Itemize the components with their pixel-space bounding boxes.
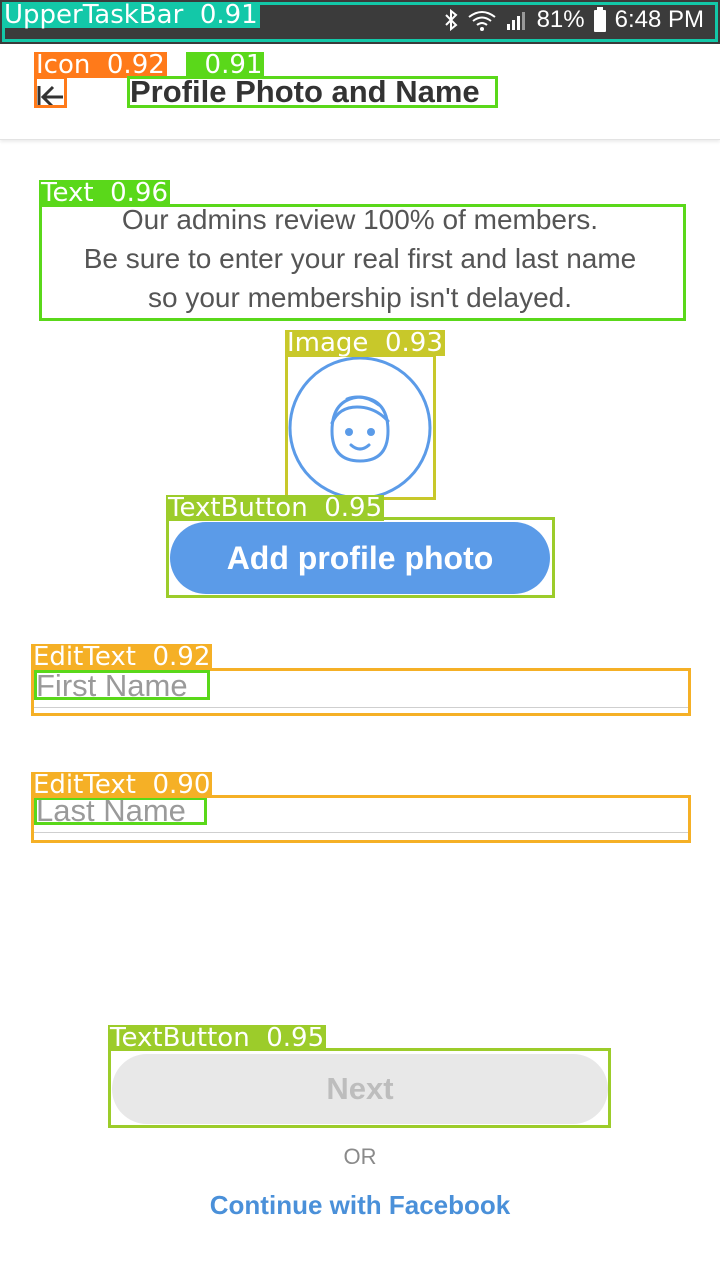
- detection-label-first-name: EditText 0.92: [31, 642, 213, 672]
- or-divider-text: OR: [343, 1144, 377, 1169]
- next-button[interactable]: Next: [112, 1054, 608, 1124]
- detection-label-text: Text 0.96: [39, 178, 171, 208]
- continue-with-facebook-link[interactable]: Continue with Facebook: [0, 1190, 720, 1221]
- back-button[interactable]: [36, 80, 66, 114]
- status-right: 81% 6:48 PM: [443, 6, 704, 34]
- intro-line-2: Be sure to enter your real first and las…: [83, 243, 637, 274]
- detection-label-image: Image 0.93: [285, 328, 445, 358]
- detection-label-last-name: EditText 0.90: [31, 770, 213, 800]
- signal-icon: [506, 12, 525, 30]
- back-arrow-icon: [37, 85, 63, 109]
- detection-label-title: 0.91: [186, 52, 265, 78]
- wifi-icon: [467, 11, 496, 31]
- detection-label-icon: Icon 0.92: [34, 50, 167, 80]
- detection-label-upper-task-bar: UpperTaskBar 0.91: [2, 0, 260, 30]
- avatar-placeholder[interactable]: [287, 355, 433, 501]
- add-profile-photo-button[interactable]: Add profile photo: [170, 522, 550, 594]
- page-title: Profile Photo and Name: [130, 74, 480, 109]
- battery-icon: [593, 7, 606, 32]
- intro-line-3: so your membership isn't delayed.: [148, 282, 572, 313]
- battery-percent: 81%: [536, 6, 585, 33]
- detection-label-add-photo-button: TextButton 0.95: [166, 493, 385, 523]
- detection-label-next-button: TextButton 0.95: [108, 1023, 327, 1053]
- intro-text: Our admins review 100% of members. Be su…: [30, 200, 690, 317]
- clock: 6:48 PM: [614, 6, 704, 33]
- bluetooth-icon: [444, 8, 458, 32]
